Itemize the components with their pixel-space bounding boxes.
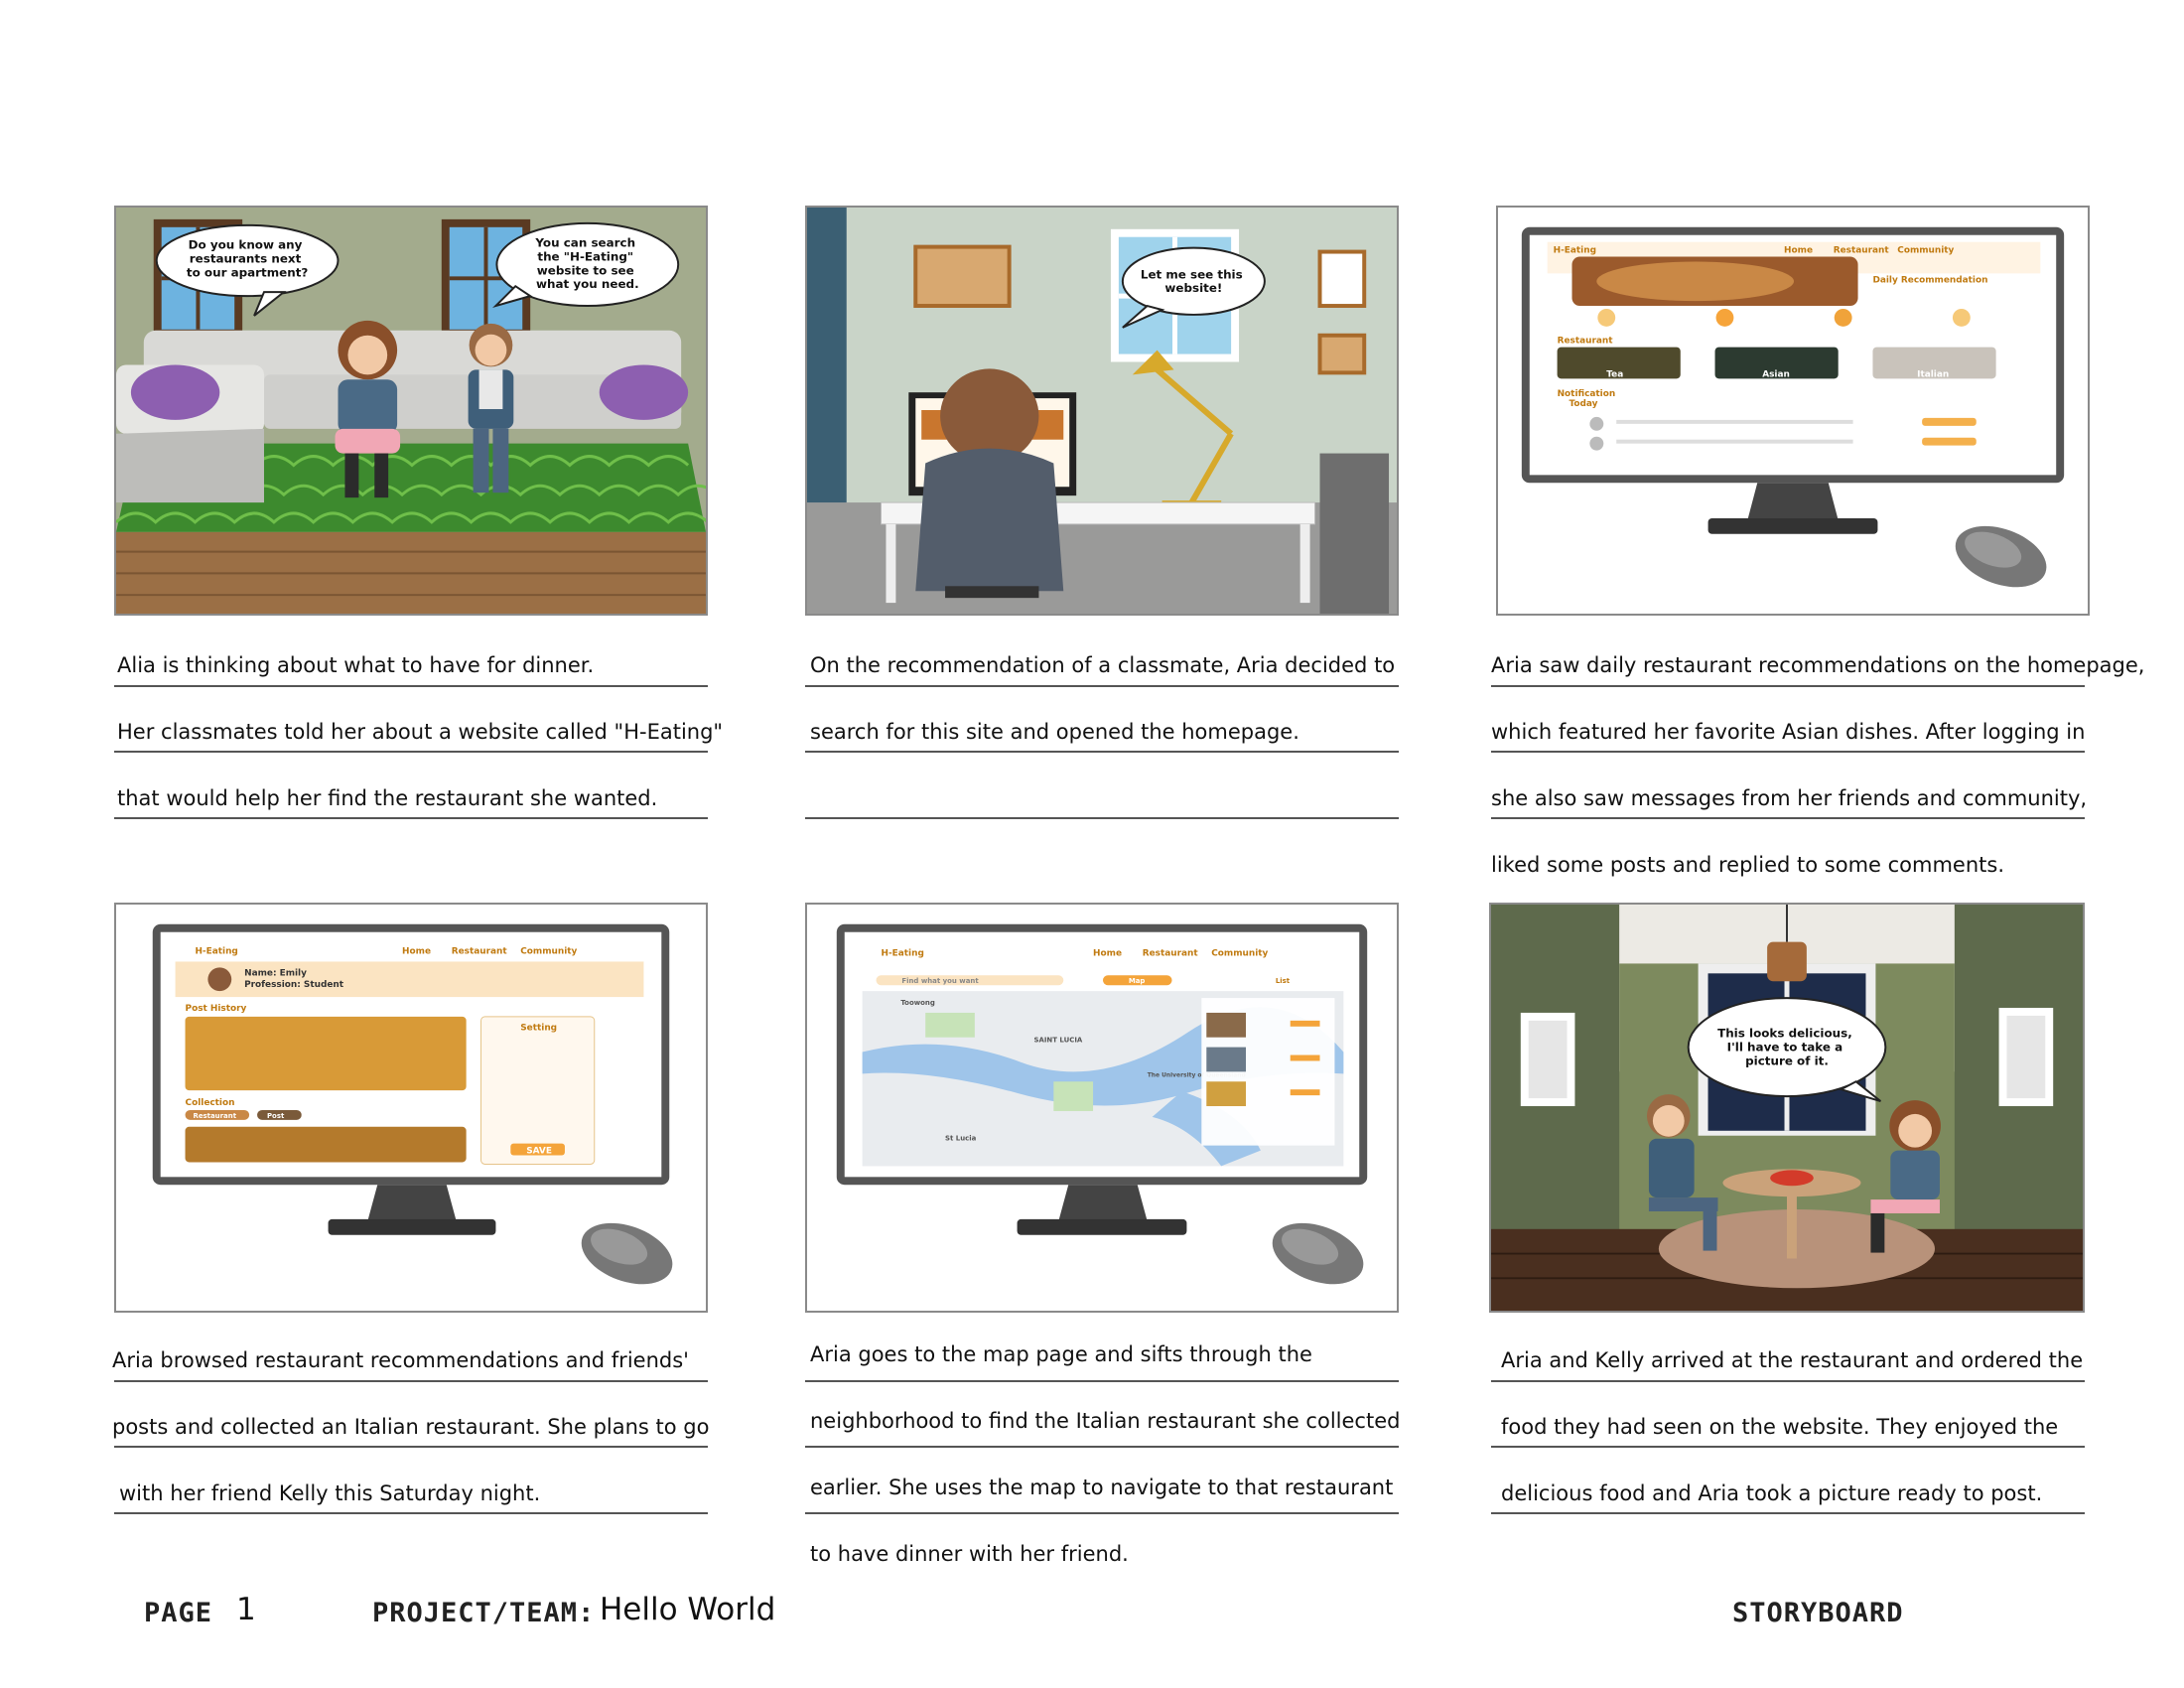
svg-text:You can search the "H-: You can search the "H-Eating" website to… <box>534 236 639 292</box>
caption-panel-5-line-4: to have dinner with her friend. <box>810 1542 1129 1566</box>
bubble-2-line-1: You can search <box>534 236 635 250</box>
caption-rule <box>1491 817 2085 819</box>
side-window-left <box>1520 1012 1575 1107</box>
caption-panel-3-line-4: liked some posts and replied to some com… <box>1491 853 2005 877</box>
caption-rule <box>1491 1512 2085 1514</box>
screen-section-restaurant: Restaurant <box>1558 337 1614 347</box>
caption-rule <box>114 1380 708 1382</box>
screen-tab-map: Map <box>1129 977 1146 985</box>
caption-panel-3-line-2: which featured her favorite Asian dishes… <box>1491 720 2086 744</box>
screen-food-tea: Tea <box>1606 369 1623 379</box>
caption-panel-6-line-2: food they had seen on the website. They … <box>1501 1415 2059 1439</box>
panel-3-illustration: H-Eating Home Restaurant Community Daily… <box>1496 206 2090 616</box>
caption-rule <box>114 685 708 687</box>
caption-panel-5-line-1: Aria goes to the map page and sifts thro… <box>810 1342 1312 1366</box>
caption-rule <box>805 1446 1399 1448</box>
caption-rule <box>114 1512 708 1514</box>
side-window-right <box>1998 1007 2054 1107</box>
screen-food-italian: Italian <box>1917 369 1949 379</box>
caption-panel-2-line-2: search for this site and opened the home… <box>810 720 1299 744</box>
caption-rule <box>1491 1446 2085 1448</box>
bubble-3-line-2: website! <box>1164 281 1222 295</box>
bubble-1-line-2: restaurants next <box>190 251 302 265</box>
bubble-3-line-1: Let me see this <box>1141 267 1243 281</box>
caption-panel-3-line-3: she also saw messages from her friends a… <box>1491 786 2088 810</box>
screen-nav-community: Community <box>1211 949 1268 959</box>
project-team-name: Hello World <box>600 1592 776 1627</box>
map-label-toowong: Toowong <box>900 999 935 1007</box>
screen-search-placeholder: Find what you want <box>901 977 979 985</box>
screen-tab-restaurant: Restaurant <box>193 1112 236 1120</box>
panel-6-illustration: This looks delicious, I'll have to take … <box>1489 903 2085 1313</box>
page-label: PAGE <box>144 1598 213 1628</box>
caption-panel-1-line-2: Her classmates told her about a website … <box>117 720 724 744</box>
bubble-4-line-3: picture of it. <box>1745 1054 1829 1067</box>
screen-hero-title: Daily Recommendation <box>1872 275 1987 285</box>
caption-panel-1-line-3: that would help her find the restaurant … <box>117 786 658 810</box>
screen-nav-home: Home <box>402 947 431 957</box>
screen-nav-restaurant: Restaurant <box>1143 949 1199 959</box>
caption-panel-4-line-3: with her friend Kelly this Saturday nigh… <box>119 1481 541 1505</box>
panel-1-illustration: Do you know any restaurants next to our … <box>114 206 708 616</box>
bubble-1-line-3: to our apartment? <box>187 265 309 279</box>
caption-panel-2-line-1: On the recommendation of a classmate, Ar… <box>810 653 1396 677</box>
caption-rule <box>805 751 1399 753</box>
screen-save: SAVE <box>526 1147 552 1157</box>
screen-food-asian: Asian <box>1762 369 1790 379</box>
caption-rule <box>114 751 708 753</box>
screen-nav-restaurant: Restaurant <box>1834 246 1890 256</box>
screen-profile-role: Profession: Student <box>244 980 344 990</box>
panel-4-illustration: H-Eating Home Restaurant Community Name:… <box>114 903 708 1313</box>
caption-rule <box>1491 1380 2085 1382</box>
panel-2-illustration: Let me see this website! <box>805 206 1399 616</box>
panel-5-illustration: H-Eating Home Restaurant Community Find … <box>805 903 1399 1313</box>
caption-panel-5-line-2: neighborhood to find the Italian restaur… <box>810 1409 1401 1433</box>
caption-panel-6-line-1: Aria and Kelly arrived at the restaurant… <box>1501 1348 2084 1372</box>
screen-setting: Setting <box>520 1024 557 1034</box>
bubble-4-line-1: This looks delicious, <box>1717 1027 1852 1041</box>
caption-panel-3-line-1: Aria saw daily restaurant recommendation… <box>1491 653 2145 677</box>
svg-text:Do you know any restau: Do you know any restaurants next to our … <box>187 238 309 280</box>
screen-brand: H-Eating <box>1554 246 1596 256</box>
project-team-label: PROJECT/TEAM: <box>372 1598 596 1628</box>
caption-panel-6-line-3: delicious food and Aria took a picture r… <box>1501 1481 2043 1505</box>
screen-brand: H-Eating <box>881 949 923 959</box>
caption-panel-1-line-1: Alia is thinking about what to have for … <box>117 653 595 677</box>
bubble-4-line-2: I'll have to take a <box>1727 1041 1843 1055</box>
profile-screen: H-Eating Home Restaurant Community Name:… <box>175 947 644 1165</box>
caption-panel-4-line-2: posts and collected an Italian restauran… <box>112 1415 710 1439</box>
map-label-st-lucia: St Lucia <box>945 1135 977 1143</box>
bubble-2-line-2: the "H-Eating" <box>537 249 633 263</box>
caption-rule <box>114 817 708 819</box>
screen-nav-community: Community <box>1897 246 1954 256</box>
caption-rule <box>805 1512 1399 1514</box>
storyboard-label: STORYBOARD <box>1732 1598 1904 1628</box>
caption-rule <box>1491 751 2085 753</box>
speech-bubble-friend: You can search the "H-Eating" website to… <box>492 221 680 309</box>
map-label-saint-lucia: SAINT LUCIA <box>1033 1037 1082 1045</box>
caption-rule <box>805 1380 1399 1382</box>
screen-collection: Collection <box>186 1098 235 1108</box>
bubble-2-line-4: what you need. <box>536 277 639 291</box>
caption-panel-5-line-3: earlier. She uses the map to navigate to… <box>810 1476 1394 1499</box>
caption-rule <box>805 685 1399 687</box>
screen-tab-post: Post <box>267 1112 285 1120</box>
screen-nav-home: Home <box>1093 949 1122 959</box>
screen-nav-restaurant: Restaurant <box>452 947 508 957</box>
bubble-1-line-1: Do you know any <box>189 238 303 252</box>
screen-today: Today <box>1570 399 1598 409</box>
page-number: 1 <box>236 1592 256 1627</box>
caption-rule <box>114 1446 708 1448</box>
screen-nav-home: Home <box>1784 246 1813 256</box>
caption-rule <box>805 817 1399 819</box>
screen-post-history: Post History <box>186 1004 247 1014</box>
caption-panel-4-line-1: Aria browsed restaurant recommendations … <box>112 1348 689 1372</box>
screen-tab-list: List <box>1276 977 1291 985</box>
screen-brand: H-Eating <box>195 947 237 957</box>
screen-nav-community: Community <box>520 947 577 957</box>
screen-section-notification: Notification <box>1558 389 1616 399</box>
caption-rule <box>1491 685 2085 687</box>
screen-profile-name: Name: Emily <box>244 968 307 978</box>
bubble-2-line-3: website to see <box>537 263 634 277</box>
